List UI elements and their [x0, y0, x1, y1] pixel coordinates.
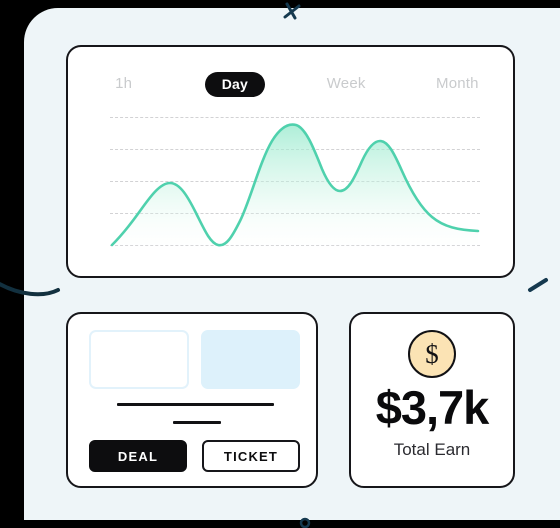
chart-svg — [110, 123, 480, 251]
ring-dot-icon — [299, 517, 311, 528]
deal-button[interactable]: DEAL — [89, 440, 187, 472]
tab-day[interactable]: Day — [179, 71, 290, 97]
text-placeholder-line-long — [117, 403, 274, 406]
total-earn-label: Total Earn — [393, 440, 471, 459]
tab-1h[interactable]: 1h — [68, 72, 179, 97]
tab-week[interactable]: Week — [291, 72, 402, 97]
dollar-coin-icon: $ — [408, 330, 456, 378]
tab-day-label: Day — [204, 71, 266, 97]
screenshot-root: 1h Day Week Month DEAL TICKET $ $3,7k To… — [0, 0, 560, 528]
tab-1h-label: 1h — [115, 74, 133, 92]
area-chart — [110, 117, 480, 253]
thumbnail-placeholder-left[interactable] — [89, 330, 189, 389]
tab-week-label: Week — [326, 74, 366, 92]
total-earn-card: $ $3,7k Total Earn — [349, 312, 515, 488]
chart-area-fill — [112, 124, 478, 251]
thumbnail-row — [89, 330, 300, 389]
deal-card: DEAL TICKET — [66, 312, 318, 488]
tab-month-label: Month — [436, 74, 479, 92]
text-placeholder-line-short — [173, 421, 221, 424]
timeframe-tabs: 1h Day Week Month — [68, 67, 513, 101]
total-earn-amount: $3,7k — [375, 381, 490, 434]
dollar-glyph: $ — [425, 338, 439, 369]
action-button-row: DEAL TICKET — [89, 440, 300, 472]
tab-month[interactable]: Month — [402, 72, 513, 97]
deal-button-label: DEAL — [117, 448, 159, 464]
ticket-button-label: TICKET — [223, 448, 279, 464]
ticket-button[interactable]: TICKET — [202, 440, 300, 472]
chart-card: 1h Day Week Month — [66, 45, 515, 278]
thumbnail-placeholder-right[interactable] — [200, 330, 300, 389]
